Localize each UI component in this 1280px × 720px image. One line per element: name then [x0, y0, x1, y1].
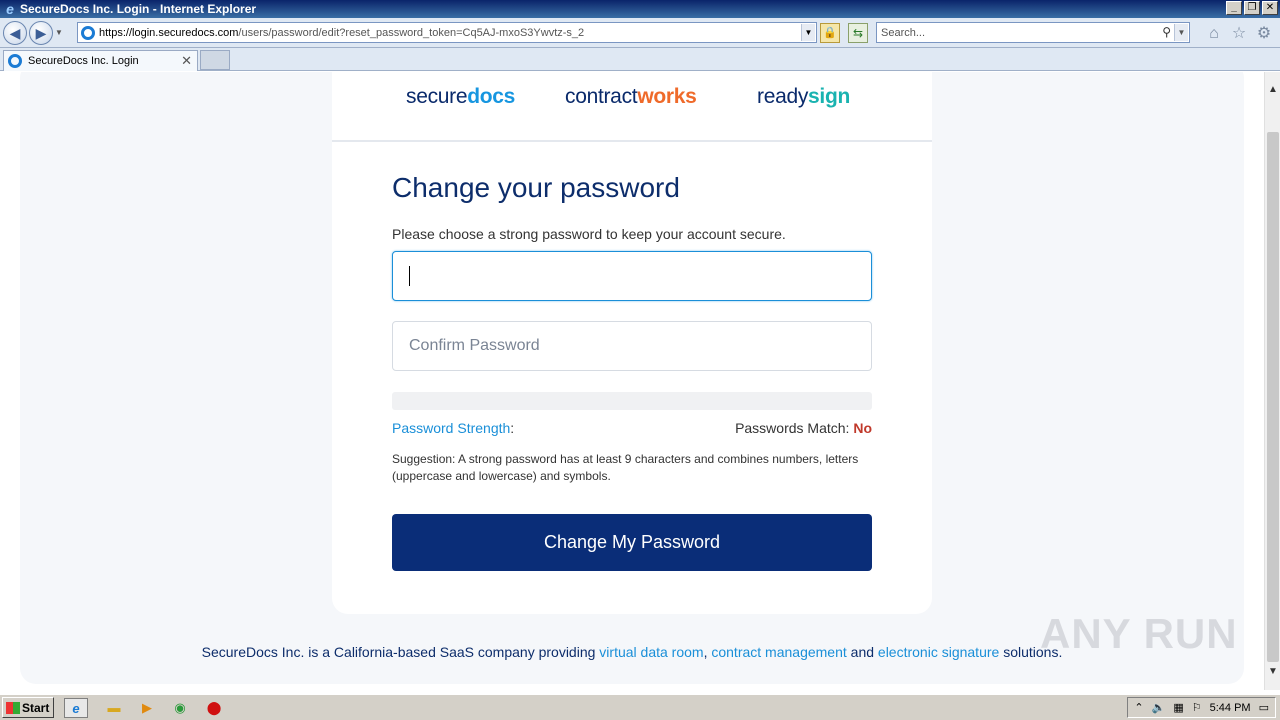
close-window-button[interactable]: ✕	[1262, 1, 1278, 15]
passwords-match-label: Passwords Match:	[735, 420, 854, 436]
page-title: Change your password	[392, 172, 680, 203]
taskbar-ie-icon[interactable]: e	[64, 698, 88, 718]
tray-expand-icon[interactable]: ⌃	[1134, 701, 1143, 714]
tab-label: SecureDocs Inc. Login	[28, 55, 139, 67]
url-path: /users/password/edit?reset_password_toke…	[238, 26, 585, 39]
network-icon[interactable]: ▦	[1173, 701, 1183, 714]
lock-icon: 🔒	[823, 27, 837, 39]
window-title: SecureDocs Inc. Login - Internet Explore…	[20, 2, 257, 16]
scroll-down-arrow-icon[interactable]: ▼	[1265, 664, 1280, 680]
footer-text-1: SecureDocs Inc. is a California-based Sa…	[201, 644, 600, 660]
contractworks-logo-prefix: contract	[565, 85, 638, 108]
taskbar-chrome-icon[interactable]: ◉	[168, 698, 192, 718]
anyrun-watermark: ANY RUN	[1040, 610, 1238, 657]
contractworks-logo: contractworks	[565, 85, 697, 109]
clock[interactable]: 5:44 PM	[1210, 702, 1251, 714]
vertical-scrollbar[interactable]: ▲ ▼	[1264, 72, 1280, 690]
ie-logo-icon: e	[6, 1, 14, 17]
restore-button[interactable]: ❐	[1244, 1, 1260, 15]
address-dropdown-button[interactable]: ▼	[801, 24, 815, 41]
navigation-bar: ◀ ▶ ▼ https://login.securedocs.com/users…	[0, 18, 1280, 48]
password-strength-bar	[392, 392, 872, 410]
security-lock-button[interactable]: 🔒	[820, 23, 840, 43]
search-box[interactable]: Search... ⚲ ▼	[876, 22, 1190, 43]
tab-securedocs-login[interactable]: SecureDocs Inc. Login ✕	[3, 50, 198, 71]
new-password-input[interactable]	[392, 251, 872, 301]
readysign-logo-prefix: ready	[757, 85, 809, 108]
confirm-password-input[interactable]	[392, 321, 872, 371]
back-button[interactable]: ◀	[3, 20, 27, 45]
text-caret	[409, 266, 410, 286]
taskbar-opera-icon[interactable]: ⬤	[202, 698, 226, 718]
site-favicon-icon	[81, 25, 95, 40]
minimize-button[interactable]: _	[1226, 1, 1242, 15]
url-host: https://login.securedocs.com	[99, 26, 239, 39]
home-icon[interactable]: ⌂	[1205, 25, 1223, 43]
search-placeholder: Search...	[881, 26, 926, 39]
readysign-logo: readysign	[757, 85, 850, 109]
password-strength-text: Password Strength	[392, 420, 511, 436]
system-tray: ⌃ 🔈 ▦ ⚐ 5:44 PM ▭	[1127, 697, 1276, 718]
start-label: Start	[22, 700, 50, 715]
history-dropdown-button[interactable]: ▼	[55, 28, 65, 37]
search-icon[interactable]: ⚲	[1162, 25, 1171, 39]
scroll-up-arrow-icon[interactable]: ▲	[1265, 82, 1280, 98]
action-center-flag-icon[interactable]: ⚐	[1192, 701, 1202, 714]
footer-text-2: and	[846, 644, 878, 660]
forward-button[interactable]: ▶	[29, 20, 53, 45]
scroll-thumb[interactable]	[1267, 132, 1279, 662]
new-tab-button[interactable]	[200, 50, 230, 70]
taskbar-folder-icon[interactable]: ▬	[102, 698, 126, 718]
electronic-signature-link[interactable]: electronic signature	[878, 644, 999, 660]
contract-management-link[interactable]: contract management	[711, 644, 846, 660]
tab-favicon-icon	[8, 54, 22, 68]
password-strength-colon: :	[510, 420, 515, 436]
taskbar-media-player-icon[interactable]: ▶	[135, 698, 159, 718]
refresh-icon: ⇆	[852, 26, 864, 40]
securedocs-logo-prefix: secure	[406, 85, 468, 108]
start-button[interactable]: Start	[2, 697, 54, 718]
page-viewport: securedocs contractworks readysign Chang…	[0, 72, 1264, 690]
window-controls: _ ❐ ✕	[1226, 1, 1278, 15]
volume-icon[interactable]: 🔈	[1152, 701, 1166, 714]
window-title-bar: e SecureDocs Inc. Login - Internet Explo…	[0, 0, 1280, 18]
change-password-button[interactable]: Change My Password	[392, 514, 872, 571]
page-subtitle: Please choose a strong password to keep …	[392, 226, 786, 242]
brand-logos: securedocs contractworks readysign	[332, 72, 932, 142]
arrow-left-icon: ◀	[9, 24, 21, 41]
windows-taskbar: Start e ▬ ▶ ◉ ⬤ ⌃ 🔈 ▦ ⚐ 5:44 PM ▭	[0, 694, 1280, 720]
arrow-right-icon: ▶	[35, 24, 47, 41]
show-desktop-icon[interactable]: ▭	[1259, 701, 1269, 714]
securedocs-logo: securedocs	[406, 85, 515, 109]
tab-bar: SecureDocs Inc. Login ✕	[0, 48, 1280, 71]
refresh-button[interactable]: ⇆	[848, 23, 868, 43]
settings-gear-icon[interactable]: ⚙	[1255, 25, 1273, 43]
virtual-data-room-link[interactable]: virtual data room	[599, 644, 703, 660]
password-strength-label: Password Strength:	[392, 420, 514, 436]
contractworks-logo-accent: works	[637, 85, 697, 108]
address-bar[interactable]: https://login.securedocs.com/users/passw…	[77, 22, 817, 43]
close-tab-icon[interactable]: ✕	[181, 53, 192, 69]
password-card: securedocs contractworks readysign Chang…	[332, 72, 932, 614]
windows-flag-icon	[6, 701, 20, 714]
search-dropdown-button[interactable]: ▼	[1174, 24, 1188, 41]
password-suggestion: Suggestion: A strong password has at lea…	[392, 452, 859, 483]
favorites-star-icon[interactable]: ☆	[1230, 25, 1248, 43]
passwords-match-value: No	[853, 420, 872, 436]
passwords-match-status: Passwords Match: No	[735, 420, 872, 436]
securedocs-logo-accent: docs	[467, 85, 516, 108]
readysign-logo-accent: sign	[808, 85, 851, 108]
